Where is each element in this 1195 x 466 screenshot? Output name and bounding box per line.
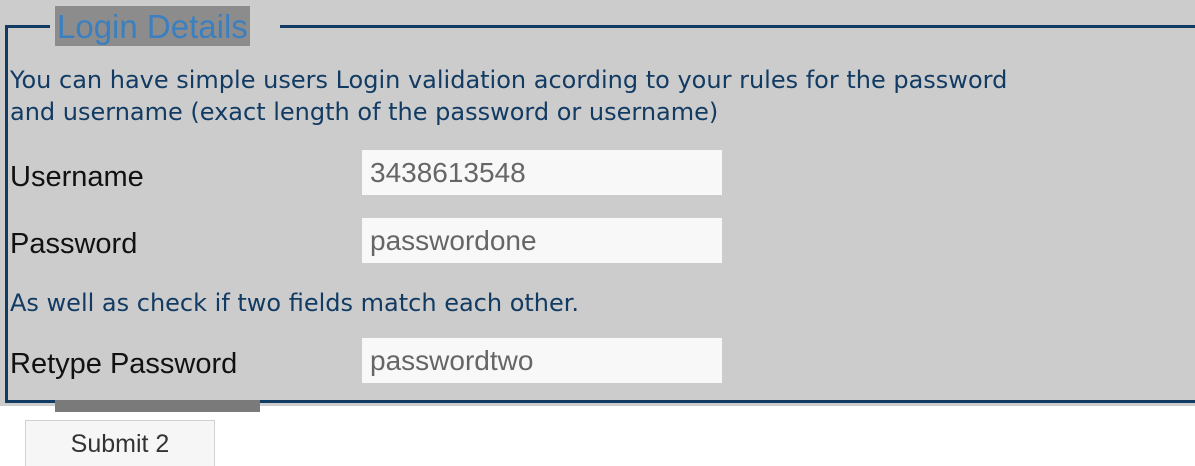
match-note: As well as check if two fields match eac… <box>10 289 580 317</box>
password-label: Password <box>10 228 138 260</box>
fieldset-legend: Login Details <box>55 6 250 46</box>
retype-password-input[interactable] <box>362 338 722 383</box>
intro-line-1: You can have simple users Login validati… <box>10 66 1008 94</box>
retype-password-label: Retype Password <box>10 348 238 380</box>
username-input[interactable] <box>362 150 722 195</box>
intro-line-2: and username (exact length of the passwo… <box>10 98 719 126</box>
submit-shadow <box>55 400 260 412</box>
submit-button[interactable]: Submit 2 <box>25 420 215 466</box>
username-label: Username <box>10 161 144 193</box>
login-form-page: Login Details You can have simple users … <box>0 0 1195 466</box>
password-input[interactable] <box>362 218 722 263</box>
intro-text: You can have simple users Login validati… <box>10 64 1195 128</box>
